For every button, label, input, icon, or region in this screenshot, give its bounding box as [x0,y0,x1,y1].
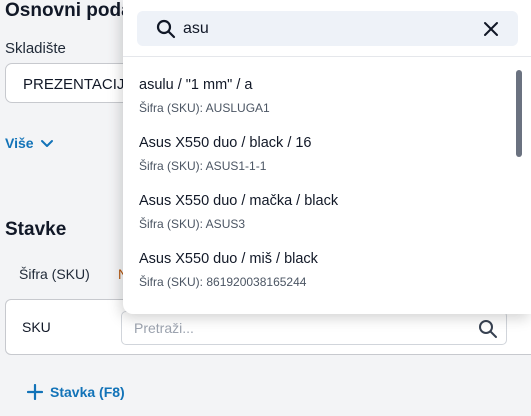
item-search-field[interactable] [121,311,507,345]
result-name: Asus X550 duo / black / 16 [139,135,312,151]
dropdown-result-item[interactable]: Asus X550 duo / mačka / black Šifra (SKU… [123,173,515,231]
product-search-dropdown: asulu / "1 mm" / a Šifra (SKU): AUSLUGA1… [123,0,531,314]
result-name: Asus X550 duo / miš / black [139,251,318,267]
dropdown-scrollbar[interactable] [516,70,522,157]
dropdown-search-input[interactable] [183,11,463,46]
result-sku: Šifra (SKU): 861920038165244 [139,275,307,289]
warehouse-label: Skladište [5,40,66,57]
result-name: asulu / "1 mm" / a [139,77,253,93]
column-header-sku: Šifra (SKU) [19,266,90,282]
search-icon[interactable] [478,319,498,339]
result-sku: Šifra (SKU): ASUS3 [139,217,246,231]
result-name: Asus X550 duo / mačka / black [139,193,339,209]
result-sku: Šifra (SKU): ASUS1-1-1 [139,159,267,173]
sku-row-label: SKU [22,319,51,335]
add-item-button[interactable]: Stavka (F8) [27,384,125,400]
more-label: Više [5,135,34,151]
chevron-down-icon [40,140,53,147]
dropdown-result-item[interactable]: Asus X550 duo / black / 16 Šifra (SKU): … [123,115,515,173]
result-sku: Šifra (SKU): AUSLUGA1 [139,101,270,115]
add-item-label: Stavka (F8) [50,384,125,400]
items-title: Stavke [5,219,67,240]
dropdown-result-item[interactable]: Asus X550 duo / miš / black Šifra (SKU):… [123,231,515,289]
search-icon [156,19,176,39]
close-icon[interactable] [483,21,499,37]
plus-icon [27,384,43,400]
more-toggle[interactable]: Više [5,135,54,151]
item-search-input[interactable] [122,312,462,344]
dropdown-search-bar [137,11,518,46]
warehouse-select-value: PREZENTACIJA [23,76,135,93]
dropdown-result-item[interactable]: asulu / "1 mm" / a Šifra (SKU): AUSLUGA1 [123,57,515,115]
